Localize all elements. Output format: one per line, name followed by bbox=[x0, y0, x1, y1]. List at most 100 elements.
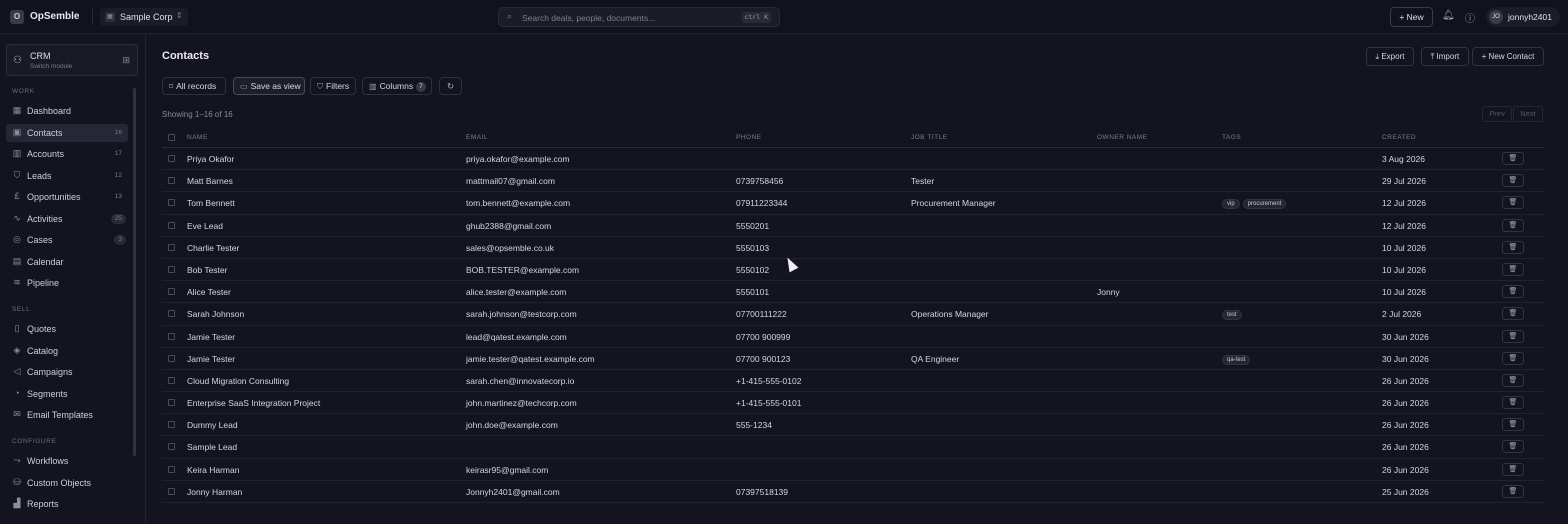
table-row[interactable]: Alice Tester alice.tester@example.com 5550… bbox=[162, 281, 1544, 304]
row-checkbox[interactable] bbox=[168, 155, 175, 162]
delete-button[interactable]: 🗑︎ bbox=[1502, 196, 1524, 210]
sidebar-item-opportunities[interactable]: £ Opportunities 13 bbox=[6, 188, 128, 206]
table-row[interactable]: Priya Okafor priya.okafor@example.com 3 Au… bbox=[162, 148, 1544, 171]
row-checkbox[interactable] bbox=[168, 288, 175, 296]
cell-name[interactable]: Jonny Harman bbox=[187, 487, 242, 497]
delete-button[interactable]: 🗑︎ bbox=[1502, 418, 1524, 432]
row-checkbox[interactable] bbox=[168, 399, 175, 407]
sidebar-item-calendar[interactable]: ▤ Calendar bbox=[6, 253, 128, 271]
prev-page-button[interactable]: Prev bbox=[1482, 106, 1512, 122]
delete-button[interactable]: 🗑︎ bbox=[1502, 440, 1524, 454]
app-name[interactable]: OpSemble bbox=[30, 11, 79, 22]
cell-email[interactable]: alice.tester@example.com bbox=[466, 287, 566, 297]
table-row[interactable]: Sample Lead 26 Jun 2026 🗑︎ bbox=[162, 436, 1544, 459]
table-row[interactable]: Jamie Tester jamie.tester@qatest.example.… bbox=[162, 348, 1544, 370]
cell-name[interactable]: Sarah Johnson bbox=[187, 309, 244, 319]
table-row[interactable]: Jamie Tester lead@qatest.example.com 07700… bbox=[162, 326, 1544, 348]
sidebar-item-segments[interactable]: ◔ Segments bbox=[6, 385, 128, 403]
table-row[interactable]: Jonny Harman Jonnyh2401@gmail.com 07397518… bbox=[162, 481, 1544, 503]
sidebar-item-campaigns[interactable]: ◁ Campaigns bbox=[6, 363, 128, 381]
col-header-phone[interactable]: PHONE bbox=[736, 134, 762, 141]
cell-email[interactable]: john.doe@example.com bbox=[466, 420, 558, 430]
refresh-button[interactable]: ↻ bbox=[439, 77, 462, 95]
table-row[interactable]: Charlie Tester sales@opsemble.co.uk 555010… bbox=[162, 237, 1544, 259]
sidebar-item-workflows[interactable]: ⤳ Workflows bbox=[6, 452, 128, 470]
new-contact-button[interactable]: + New Contact bbox=[1472, 47, 1544, 66]
cell-name[interactable]: Sample Lead bbox=[187, 442, 237, 452]
sidebar-item-quotes[interactable]: ▯ Quotes bbox=[6, 320, 128, 338]
cell-email[interactable]: BOB.TESTER@example.com bbox=[466, 265, 579, 275]
delete-button[interactable]: 🗑︎ bbox=[1502, 307, 1524, 321]
sidebar-item-dashboard[interactable]: ▦ Dashboard bbox=[6, 102, 128, 120]
org-switcher[interactable]: ▦ Sample Corp ⇕ bbox=[100, 8, 188, 26]
sidebar-scrollbar[interactable] bbox=[133, 88, 136, 456]
table-row[interactable]: Matt Barnes mattmail07@gmail.com 073975845… bbox=[162, 170, 1544, 193]
cell-email[interactable]: lead@qatest.example.com bbox=[466, 332, 567, 342]
all-records-button[interactable]: ⌑ All records bbox=[162, 77, 226, 95]
sidebar-item-pipeline[interactable]: ≋ Pipeline bbox=[6, 274, 128, 292]
cell-email[interactable]: sales@opsemble.co.uk bbox=[466, 243, 554, 253]
sidebar-item-leads[interactable]: ⛉ Leads 12 bbox=[6, 167, 128, 185]
col-header-tags[interactable]: TAGS bbox=[1222, 134, 1241, 141]
delete-button[interactable]: 🗑︎ bbox=[1502, 285, 1524, 299]
global-search[interactable]: ⌕ Search deals, people, documents... ctr… bbox=[498, 7, 780, 27]
row-checkbox[interactable] bbox=[168, 465, 175, 473]
cell-name[interactable]: Jamie Tester bbox=[187, 332, 235, 342]
row-checkbox[interactable] bbox=[168, 221, 175, 229]
cell-name[interactable]: Keira Harman bbox=[187, 465, 239, 475]
table-row[interactable]: Dummy Lead john.doe@example.com 555-1234 26… bbox=[162, 414, 1544, 437]
next-page-button[interactable]: Next bbox=[1513, 106, 1543, 122]
cell-email[interactable]: jamie.tester@qatest.example.com bbox=[466, 354, 595, 364]
cell-name[interactable]: Cloud Migration Consulting bbox=[187, 376, 289, 386]
col-header-name[interactable]: NAME bbox=[187, 134, 208, 141]
sidebar-item-catalog[interactable]: ◈ Catalog bbox=[6, 342, 128, 360]
bell-icon[interactable]: 🔔︎ bbox=[1442, 10, 1455, 21]
sidebar-item-custom-objects[interactable]: ⛁ Custom Objects bbox=[6, 474, 128, 492]
table-row[interactable]: Cloud Migration Consulting sarah.chen@inn… bbox=[162, 370, 1544, 393]
table-row[interactable]: Enterprise SaaS Integration Project john.… bbox=[162, 392, 1544, 415]
cell-email[interactable]: john.martinez@techcorp.com bbox=[466, 398, 577, 408]
row-checkbox[interactable] bbox=[168, 243, 175, 251]
cell-name[interactable]: Bob Tester bbox=[187, 265, 227, 275]
row-checkbox[interactable] bbox=[168, 199, 175, 207]
app-logo[interactable]: O bbox=[10, 10, 24, 24]
cell-email[interactable]: sarah.chen@innovatecorp.io bbox=[466, 376, 574, 386]
row-checkbox[interactable] bbox=[168, 421, 175, 429]
col-header-job-title[interactable]: JOB TITLE bbox=[911, 134, 948, 141]
table-row[interactable]: Eve Lead ghub2388@gmail.com 5550201 12 Jul … bbox=[162, 215, 1544, 237]
col-header-owner-name[interactable]: OWNER NAME bbox=[1097, 134, 1148, 141]
filters-button[interactable]: ⛉ Filters bbox=[310, 77, 356, 95]
cell-name[interactable]: Jamie Tester bbox=[187, 354, 235, 364]
cell-email[interactable]: priya.okafor@example.com bbox=[466, 154, 570, 164]
columns-button[interactable]: ▥ Columns 7 bbox=[362, 77, 432, 95]
row-checkbox[interactable] bbox=[168, 310, 175, 318]
sidebar-item-activities[interactable]: ∿ Activities 25 bbox=[6, 210, 128, 228]
cell-name[interactable]: Alice Tester bbox=[187, 287, 231, 297]
row-checkbox[interactable] bbox=[168, 265, 175, 273]
module-switcher[interactable]: ⚇ CRM Switch module ⊞ bbox=[6, 44, 138, 76]
select-all-checkbox[interactable] bbox=[168, 134, 175, 141]
table-row[interactable]: Sarah Johnson sarah.johnson@testcorp.com 0… bbox=[162, 303, 1544, 326]
delete-button[interactable]: 🗑︎ bbox=[1502, 373, 1524, 387]
row-checkbox[interactable] bbox=[168, 354, 175, 362]
cell-email[interactable]: tom.bennett@example.com bbox=[466, 198, 570, 208]
import-button[interactable]: ⤒ Import bbox=[1421, 47, 1469, 66]
table-row[interactable]: Tom Bennett tom.bennett@example.com 079112… bbox=[162, 192, 1544, 215]
cell-name[interactable]: Enterprise SaaS Integration Project bbox=[187, 398, 320, 408]
cell-email[interactable]: sarah.johnson@testcorp.com bbox=[466, 309, 577, 319]
row-checkbox[interactable] bbox=[168, 332, 175, 340]
delete-button[interactable]: 🗑︎ bbox=[1502, 174, 1524, 188]
cell-name[interactable]: Priya Okafor bbox=[187, 154, 234, 164]
delete-button[interactable]: 🗑︎ bbox=[1502, 152, 1524, 165]
cell-email[interactable]: mattmail07@gmail.com bbox=[466, 176, 555, 186]
cell-email[interactable]: keirasr95@gmail.com bbox=[466, 465, 548, 475]
delete-button[interactable]: 🗑︎ bbox=[1502, 351, 1524, 365]
sidebar-item-contacts[interactable]: ▣ Contacts 16 bbox=[6, 123, 128, 142]
cell-name[interactable]: Dummy Lead bbox=[187, 420, 238, 430]
sidebar-item-email-templates[interactable]: ✉ Email Templates bbox=[6, 406, 128, 424]
delete-button[interactable]: 🗑︎ bbox=[1502, 462, 1524, 476]
row-checkbox[interactable] bbox=[168, 376, 175, 384]
delete-button[interactable]: 🗑︎ bbox=[1502, 262, 1524, 276]
row-checkbox[interactable] bbox=[168, 177, 175, 185]
cell-email[interactable]: Jonnyh2401@gmail.com bbox=[466, 487, 560, 497]
